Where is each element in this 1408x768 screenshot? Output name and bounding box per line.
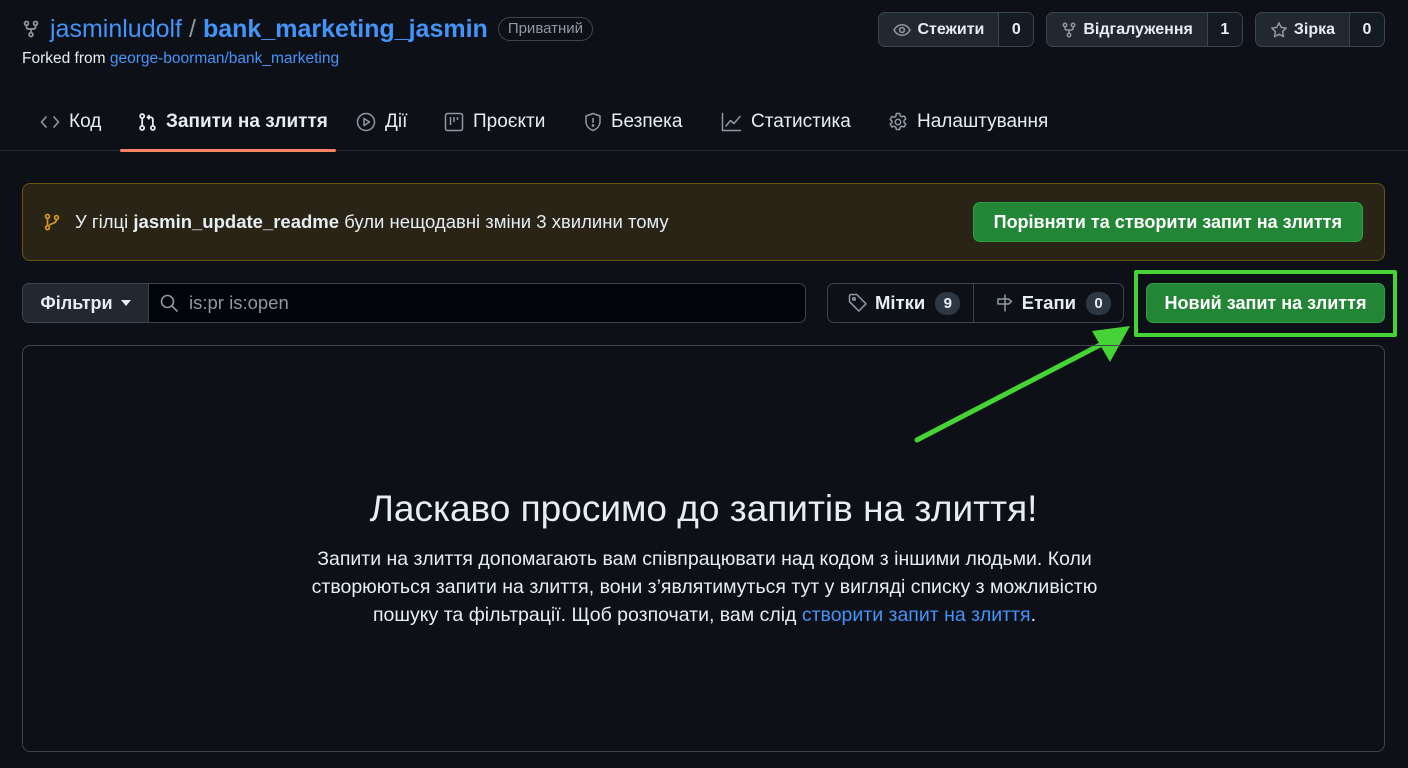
repo-title-line: jasminludolf / bank_marketing_jasmin При… (22, 12, 594, 46)
tab-label: Проєкти (473, 110, 546, 132)
eye-icon (893, 22, 912, 38)
repo-forked-icon (1061, 22, 1077, 38)
repo-header: jasminludolf / bank_marketing_jasmin При… (22, 12, 594, 68)
forked-from-label: Forked from (22, 50, 106, 67)
banner-suffix: були нещодавні зміни 3 хвилини тому (344, 211, 669, 232)
banner-prefix: У гілці (75, 211, 129, 232)
watch-button-group: Стежити 0 (878, 12, 1035, 47)
filters-label: Фільтри (40, 292, 113, 313)
graph-icon (721, 112, 742, 132)
git-branch-icon (43, 212, 61, 232)
milestone-icon (995, 293, 1015, 313)
star-label: Зірка (1293, 20, 1335, 38)
tab-label: Запити на злиття (166, 110, 328, 132)
visibility-badge: Приватний (497, 17, 594, 41)
fork-button-group: Відгалуження 1 (1046, 12, 1243, 47)
play-icon (356, 112, 376, 132)
star-count[interactable]: 0 (1349, 13, 1384, 46)
fork-count[interactable]: 1 (1206, 13, 1242, 46)
tag-icon (848, 293, 868, 313)
banner-message: У гілці jasmin_update_readme були нещода… (75, 211, 669, 233)
tab-label: Статистика (751, 110, 851, 132)
table-icon (444, 112, 464, 132)
tab-label: Налаштування (917, 110, 1049, 132)
forked-from-line: Forked from george-boorman/bank_marketin… (22, 50, 593, 68)
empty-state-description: Запити на злиття допомагають вам співпра… (303, 545, 1106, 629)
repo-path-separator: / (189, 14, 196, 43)
forked-from-link[interactable]: george-boorman/bank_marketing (110, 50, 339, 67)
star-button[interactable]: Зірка (1256, 13, 1349, 46)
tab-label: Код (69, 110, 102, 132)
git-pull-request-icon (138, 112, 157, 132)
milestones-label: Етапи (1021, 292, 1076, 313)
tab-code[interactable]: Код (40, 92, 101, 151)
active-tab-underline (120, 149, 336, 152)
labels-button[interactable]: Мітки 9 (828, 284, 973, 322)
gear-icon (888, 112, 908, 132)
caret-down-icon (120, 300, 131, 306)
empty-state-title: Ласкаво просимо до запитів на злиття! (369, 488, 1038, 529)
repo-header-actions: Стежити 0 Відгалуження 1 Зірка 0 (878, 12, 1385, 47)
repo-name-link[interactable]: bank_marketing_jasmin (203, 15, 488, 44)
star-icon (1270, 21, 1288, 39)
tab-insights[interactable]: Статистика (721, 92, 851, 151)
new-pull-request-button[interactable]: Новий запит на злиття (1146, 283, 1385, 323)
milestones-count: 0 (1086, 291, 1111, 315)
create-pull-request-link[interactable]: створити запит на злиття (802, 604, 1031, 626)
empty-state-period: . (1030, 604, 1036, 626)
repo-tab-nav: Код Запити на злиття Дії Проєкти Безпека… (0, 92, 1408, 152)
fork-label: Відгалуження (1083, 20, 1193, 38)
fork-button[interactable]: Відгалуження (1047, 13, 1206, 46)
filters-dropdown-button[interactable]: Фільтри (22, 283, 149, 323)
star-button-group: Зірка 0 (1254, 12, 1385, 47)
labels-label: Мітки (875, 292, 926, 313)
watch-button[interactable]: Стежити (879, 13, 998, 46)
tab-security[interactable]: Безпека (584, 92, 682, 151)
shield-icon (584, 112, 602, 132)
banner-branch-name: jasmin_update_readme (133, 211, 340, 232)
search-icon (159, 293, 179, 313)
compare-and-pull-request-button[interactable]: Порівняти та створити запит на злиття (972, 202, 1363, 242)
repo-owner-link[interactable]: jasminludolf (50, 15, 182, 44)
labels-milestones-group: Мітки 9 Етапи 0 (827, 283, 1124, 323)
tab-projects[interactable]: Проєкти (444, 92, 545, 151)
watch-label: Стежити (917, 20, 985, 38)
watch-count[interactable]: 0 (998, 13, 1034, 46)
pull-requests-empty-state: Ласкаво просимо до запитів на злиття! За… (22, 345, 1385, 752)
tab-pull-requests[interactable]: Запити на злиття (120, 92, 336, 152)
search-container (148, 283, 806, 323)
milestones-button[interactable]: Етапи 0 (972, 284, 1123, 322)
tab-label: Дії (385, 110, 408, 132)
tab-actions[interactable]: Дії (356, 92, 407, 151)
code-icon (40, 114, 60, 130)
labels-count: 9 (935, 291, 961, 315)
tab-label: Безпека (611, 110, 683, 132)
search-input[interactable] (189, 292, 789, 314)
recent-push-banner: У гілці jasmin_update_readme були нещода… (22, 183, 1385, 261)
tab-settings[interactable]: Налаштування (888, 92, 1048, 151)
repo-forked-icon (22, 19, 40, 39)
